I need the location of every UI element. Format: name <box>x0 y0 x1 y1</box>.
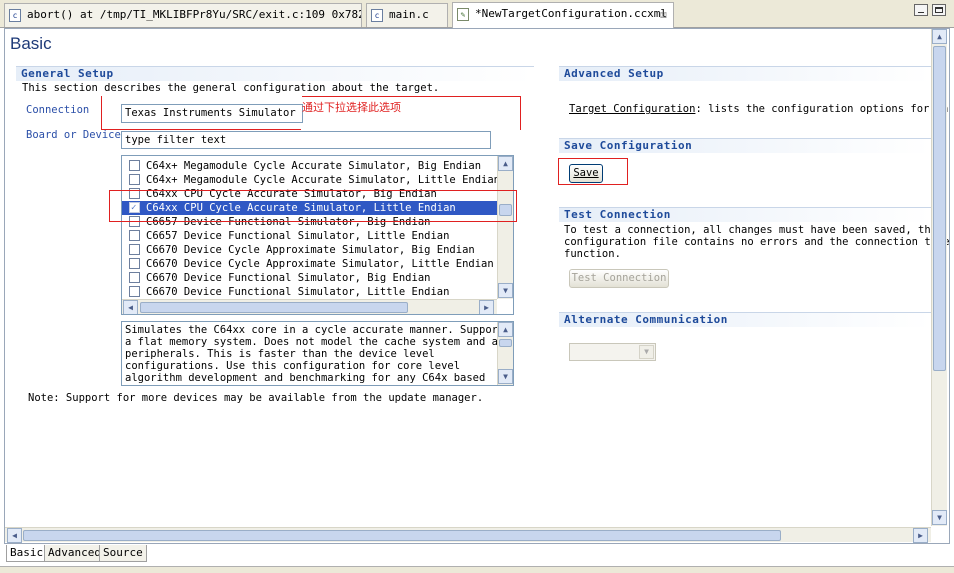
device-checkbox[interactable] <box>129 286 140 297</box>
device-label: C6670 Device Functional Simulator, Big E… <box>146 272 431 284</box>
scroll-thumb[interactable] <box>23 530 781 541</box>
general-setup-heading: General Setup <box>16 66 534 81</box>
advanced-setup-heading: Advanced Setup <box>559 66 931 81</box>
general-setup-description: This section describes the general confi… <box>22 82 440 94</box>
device-list-item[interactable]: C6670 Device Functional Simulator, Big E… <box>122 271 498 285</box>
device-checkbox[interactable] <box>129 160 140 171</box>
editor-tab-bar: c abort() at /tmp/TI_MKLIBFPr8Yu/SRC/exi… <box>0 0 954 28</box>
page-title: Basic <box>10 34 52 53</box>
tab-label: main.c <box>389 8 429 21</box>
device-list-item[interactable]: C6657 Device Functional Simulator, Littl… <box>122 229 498 243</box>
tab-advanced[interactable]: Advanced <box>44 545 105 562</box>
tab-label: *NewTargetConfiguration.ccxml <box>475 7 668 20</box>
device-checkbox[interactable] <box>129 188 140 199</box>
device-list-item[interactable]: C6670 Device Cycle Approximate Simulator… <box>122 257 498 271</box>
device-label: C64xx CPU Cycle Accurate Simulator, Big … <box>146 188 437 200</box>
update-manager-note: Note: Support for more devices may be av… <box>28 392 484 404</box>
advanced-setup-rest: : lists the configuration options for th <box>695 103 949 115</box>
scroll-down-icon[interactable]: ▼ <box>498 283 513 298</box>
device-checkbox[interactable] <box>129 174 140 185</box>
device-checkbox[interactable] <box>129 258 140 269</box>
annotation-line <box>101 129 301 130</box>
scroll-thumb[interactable] <box>933 46 946 371</box>
device-checkbox[interactable] <box>129 272 140 283</box>
maximize-icon[interactable] <box>932 4 946 16</box>
device-list-item[interactable]: C64x+ Megamodule Cycle Accurate Simulato… <box>122 159 498 173</box>
tab-basic[interactable]: Basic <box>6 545 48 562</box>
test-connection-heading: Test Connection <box>559 207 931 222</box>
advanced-setup-text: Target Configuration: lists the configur… <box>569 103 948 115</box>
alternate-communication-heading: Alternate Communication <box>559 312 931 327</box>
device-list-item[interactable]: C64xx CPU Cycle Accurate Simulator, Litt… <box>122 201 498 215</box>
description-vscroll[interactable]: ▲ ▼ <box>497 322 513 385</box>
scroll-right-icon[interactable]: ▶ <box>913 528 928 543</box>
c-file-icon: c <box>371 9 383 22</box>
device-label: C64x+ Megamodule Cycle Accurate Simulato… <box>146 160 482 172</box>
device-label: C6670 Device Cycle Approximate Simulator… <box>146 244 475 256</box>
scroll-down-icon[interactable]: ▼ <box>498 369 513 384</box>
board-or-device-label: Board or Device <box>26 129 121 141</box>
annotation-text: 通过下拉选择此选项 <box>302 101 401 114</box>
save-configuration-heading: Save Configuration <box>559 138 931 153</box>
scroll-left-icon[interactable]: ◀ <box>123 300 138 314</box>
scroll-up-icon[interactable]: ▲ <box>932 29 947 44</box>
device-list-hscroll[interactable]: ◀ ▶ <box>122 299 497 314</box>
test-connection-button[interactable]: Test Connection <box>569 269 669 288</box>
device-label: C6657 Device Functional Simulator, Littl… <box>146 230 450 242</box>
c-file-icon: c <box>9 9 21 22</box>
device-checkbox[interactable] <box>129 216 140 227</box>
tab-main-c[interactable]: c main.c <box>366 3 448 27</box>
scroll-right-icon[interactable]: ▶ <box>479 300 494 314</box>
device-label: C6670 Device Functional Simulator, Littl… <box>146 286 450 298</box>
device-checkbox[interactable] <box>129 244 140 255</box>
device-list-item[interactable]: C6657 Device Functional Simulator, Big E… <box>122 215 498 229</box>
alternate-communication-select[interactable]: ▼ <box>569 343 656 361</box>
tab-exit-c[interactable]: c abort() at /tmp/TI_MKLIBFPr8Yu/SRC/exi… <box>4 3 362 27</box>
device-description-text: Simulates the C64xx core in a cycle accu… <box>125 324 511 384</box>
device-label: C64xx CPU Cycle Accurate Simulator, Litt… <box>146 202 456 214</box>
connection-label: Connection <box>26 104 90 116</box>
device-list[interactable]: C64x+ Megamodule Cycle Accurate Simulato… <box>121 155 514 315</box>
editor-vscroll[interactable]: ▲ ▼ <box>931 29 947 526</box>
device-list-vscroll[interactable]: ▲ ▼ <box>497 156 513 299</box>
status-bar <box>0 566 954 573</box>
scroll-thumb[interactable] <box>140 302 408 313</box>
scroll-up-icon[interactable]: ▲ <box>498 322 513 337</box>
device-checkbox[interactable] <box>129 230 140 241</box>
chevron-down-icon: ▼ <box>639 345 654 359</box>
test-connection-text: To test a connection, all changes must h… <box>564 224 950 260</box>
scroll-thumb[interactable] <box>499 339 512 347</box>
device-list-item[interactable]: C64x+ Megamodule Cycle Accurate Simulato… <box>122 173 501 187</box>
scroll-left-icon[interactable]: ◀ <box>7 528 22 543</box>
device-description-box: Simulates the C64xx core in a cycle accu… <box>121 321 514 386</box>
minimize-icon[interactable] <box>914 4 928 16</box>
device-list-item[interactable]: C6670 Device Cycle Approximate Simulator… <box>122 243 498 257</box>
save-button[interactable]: Save <box>569 164 603 183</box>
device-label: C64x+ Megamodule Cycle Accurate Simulato… <box>146 174 501 186</box>
filter-input[interactable]: type filter text <box>121 131 491 149</box>
scroll-down-icon[interactable]: ▼ <box>932 510 947 525</box>
connection-combo[interactable]: Texas Instruments Simulator <box>121 104 303 123</box>
tab-label: abort() at /tmp/TI_MKLIBFPr8Yu/SRC/exit.… <box>27 8 362 21</box>
close-icon[interactable]: ☒ <box>660 3 667 25</box>
config-file-icon: ✎ <box>457 8 469 21</box>
device-list-item[interactable]: C64xx CPU Cycle Accurate Simulator, Big … <box>122 187 498 201</box>
scroll-up-icon[interactable]: ▲ <box>498 156 513 171</box>
tab-target-configuration[interactable]: ✎ *NewTargetConfiguration.ccxml ☒ <box>452 2 674 28</box>
device-label: C6670 Device Cycle Approximate Simulator… <box>146 258 494 270</box>
device-checkbox[interactable] <box>129 201 140 215</box>
scroll-thumb[interactable] <box>499 204 512 216</box>
target-configuration-link[interactable]: Target Configuration <box>569 103 695 115</box>
editor-hscroll[interactable]: ◀ ▶ <box>5 527 931 543</box>
device-label: C6657 Device Functional Simulator, Big E… <box>146 216 431 228</box>
annotation-line <box>302 96 520 97</box>
device-list-item[interactable]: C6670 Device Functional Simulator, Littl… <box>122 285 498 299</box>
tab-source[interactable]: Source <box>99 545 147 562</box>
